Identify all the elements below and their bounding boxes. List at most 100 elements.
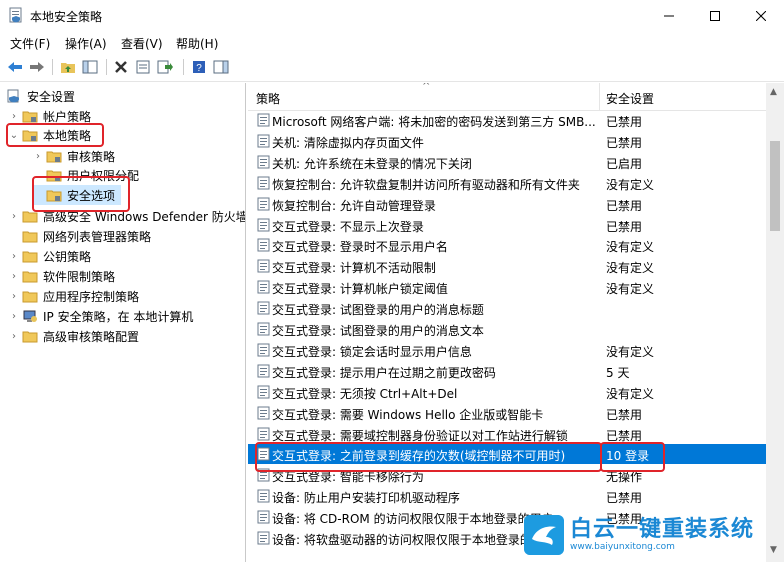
tree-item[interactable]: › 软件限制策略 (8, 266, 115, 286)
policy-name: 交互式登录: 无须按 Ctrl+Alt+Del (272, 387, 458, 401)
close-icon (756, 10, 766, 21)
export-list-icon (157, 60, 173, 74)
help-button[interactable]: ? (189, 57, 209, 77)
policy-row[interactable]: 关机: 允许系统在未登录的情况下关闭 已启用 (248, 152, 766, 172)
policy-row[interactable]: 交互式登录: 计算机不活动限制 没有定义 (248, 256, 766, 276)
scroll-thumb[interactable] (770, 141, 780, 231)
svg-text:?: ? (196, 63, 202, 74)
maximize-icon (710, 10, 720, 21)
action-pane-icon (213, 60, 229, 74)
policy-name: 交互式登录: 锁定会话时显示用户信息 (272, 345, 472, 359)
menu-help[interactable]: 帮助(H) (176, 35, 218, 52)
policy-row[interactable]: 设备: 防止用户安装打印机驱动程序 已禁用 (248, 486, 766, 506)
properties-button[interactable] (133, 57, 153, 77)
close-button[interactable] (738, 0, 784, 31)
policy-name: 交互式登录: 不显示上次登录 (272, 220, 424, 234)
tree-item[interactable]: › IP 安全策略，在 本地计算机 (8, 306, 193, 326)
menu-bar: 文件(F) 操作(A) 查看(V) 帮助(H) (0, 31, 784, 53)
minimize-icon (664, 15, 674, 16)
policy-row[interactable]: 交互式登录: 试图登录的用户的消息标题 (248, 298, 766, 318)
show-hide-tree-button[interactable] (80, 57, 100, 77)
chevron-right-icon[interactable]: › (32, 151, 44, 162)
policy-row[interactable]: 交互式登录: 需要 Windows Hello 企业版或智能卡 已禁用 (248, 403, 766, 423)
menu-action[interactable]: 操作(A) (65, 35, 107, 52)
policy-icon (257, 301, 270, 315)
policy-row[interactable]: Microsoft 网络客户端: 将未加密的密码发送到第三方 SMB... 已禁用 (248, 110, 766, 130)
maximize-button[interactable] (692, 0, 738, 31)
policy-list-pane: 策略 ^ 安全设置 Microsoft 网络客户端: 将未加密的密码发送到第三方… (248, 83, 784, 562)
policy-row[interactable]: 交互式登录: 不显示上次登录 已禁用 (248, 215, 766, 235)
tree-item[interactable]: 网络列表管理器策略 (8, 226, 151, 246)
policy-setting: 已禁用 (606, 408, 643, 422)
tree-item-label: 网络列表管理器策略 (43, 229, 152, 244)
column-security-setting[interactable]: 安全设置 (606, 90, 654, 107)
forward-button[interactable] (27, 57, 47, 77)
chevron-right-icon[interactable]: › (8, 271, 20, 282)
policy-row[interactable]: 交互式登录: 计算机帐户锁定阈值 没有定义 (248, 277, 766, 297)
policy-name: 交互式登录: 试图登录的用户的消息标题 (272, 303, 484, 317)
policy-name: 恢复控制台: 允许软盘复制并访问所有驱动器和所有文件夹 (272, 178, 580, 192)
policy-row[interactable]: 交互式登录: 需要域控制器身份验证以对工作站进行解锁 已禁用 (248, 424, 766, 444)
folder-up-icon (61, 63, 75, 73)
folder-icon (46, 151, 62, 163)
menu-view[interactable]: 查看(V) (121, 35, 163, 52)
tree-item[interactable]: › 公钥策略 (8, 246, 91, 266)
minimize-button[interactable] (646, 0, 692, 31)
console-tree: 安全设置 › 帐户策略 ⌄ 本地策略 › 审核策略 用户权限分配 安全选项 › 高级安全 Windo… (0, 83, 246, 562)
scroll-down-icon[interactable]: ▼ (770, 545, 777, 555)
toolbar-separator (106, 59, 107, 75)
policy-name: 交互式登录: 计算机帐户锁定阈值 (272, 282, 448, 296)
watermark-title: 白云一键重装系统 (570, 517, 755, 542)
folder-icon (22, 251, 38, 263)
column-policy[interactable]: 策略 (256, 90, 280, 107)
policy-icon (257, 176, 270, 190)
back-arrow-icon (8, 62, 22, 72)
watermark-url: www.baiyunxitong.com (570, 542, 675, 552)
policy-row[interactable]: 交互式登录: 无须按 Ctrl+Alt+Del 没有定义 (248, 382, 766, 402)
scroll-up-icon[interactable]: ▲ (770, 87, 777, 97)
chevron-right-icon[interactable]: › (8, 111, 20, 122)
policy-row[interactable]: 交互式登录: 提示用户在过期之前更改密码 5 天 (248, 361, 766, 381)
chevron-right-icon[interactable]: › (8, 211, 20, 222)
folder-icon (22, 231, 38, 243)
menu-file[interactable]: 文件(F) (10, 35, 50, 52)
column-divider[interactable] (599, 83, 600, 110)
tree-item[interactable]: › 高级审核策略配置 (8, 326, 139, 346)
chevron-right-icon[interactable]: › (8, 251, 20, 262)
back-button[interactable] (5, 57, 25, 77)
policy-setting: 没有定义 (606, 282, 655, 296)
tree-item[interactable]: › 应用程序控制策略 (8, 286, 139, 306)
sort-arrow-icon: ^ (422, 83, 431, 92)
policy-row[interactable]: 恢复控制台: 允许软盘复制并访问所有驱动器和所有文件夹 没有定义 (248, 173, 766, 193)
folder-icon (22, 271, 38, 283)
policy-row[interactable]: 交互式登录: 试图登录的用户的消息文本 (248, 319, 766, 339)
policy-setting: 5 天 (606, 366, 630, 380)
chevron-right-icon[interactable]: › (8, 291, 20, 302)
show-action-pane-button[interactable] (211, 57, 231, 77)
help-icon: ? (193, 61, 205, 74)
highlight-selected-policy (255, 442, 602, 472)
policy-row[interactable]: 交互式登录: 锁定会话时显示用户信息 没有定义 (248, 340, 766, 360)
policy-row[interactable]: 关机: 清除虚拟内存页面文件 已禁用 (248, 131, 766, 151)
policy-icon (257, 259, 270, 273)
tree-item-label: 审核策略 (67, 149, 116, 164)
chevron-right-icon[interactable]: › (8, 331, 20, 342)
highlight-selected-value (600, 442, 665, 472)
up-folder-button[interactable] (58, 57, 78, 77)
policy-icon (257, 280, 270, 294)
tree-item[interactable]: 安全设置 (6, 86, 75, 106)
policy-name: 关机: 清除虚拟内存页面文件 (272, 136, 424, 150)
toolbar-separator (52, 59, 53, 75)
policy-setting: 没有定义 (606, 345, 655, 359)
policy-row[interactable]: 交互式登录: 登录时不显示用户名 没有定义 (248, 235, 766, 255)
tree-item[interactable]: › 审核策略 (32, 146, 115, 166)
delete-button[interactable] (111, 57, 131, 77)
vertical-scrollbar[interactable]: ▲ ▼ (766, 83, 784, 562)
export-list-button[interactable] (155, 57, 175, 77)
policy-icon (257, 343, 270, 357)
policy-setting: 没有定义 (606, 261, 655, 275)
policy-name: 关机: 允许系统在未登录的情况下关闭 (272, 157, 472, 171)
policy-row[interactable]: 恢复控制台: 允许自动管理登录 已禁用 (248, 194, 766, 214)
ip-security-icon (23, 310, 37, 322)
chevron-right-icon[interactable]: › (8, 311, 20, 322)
